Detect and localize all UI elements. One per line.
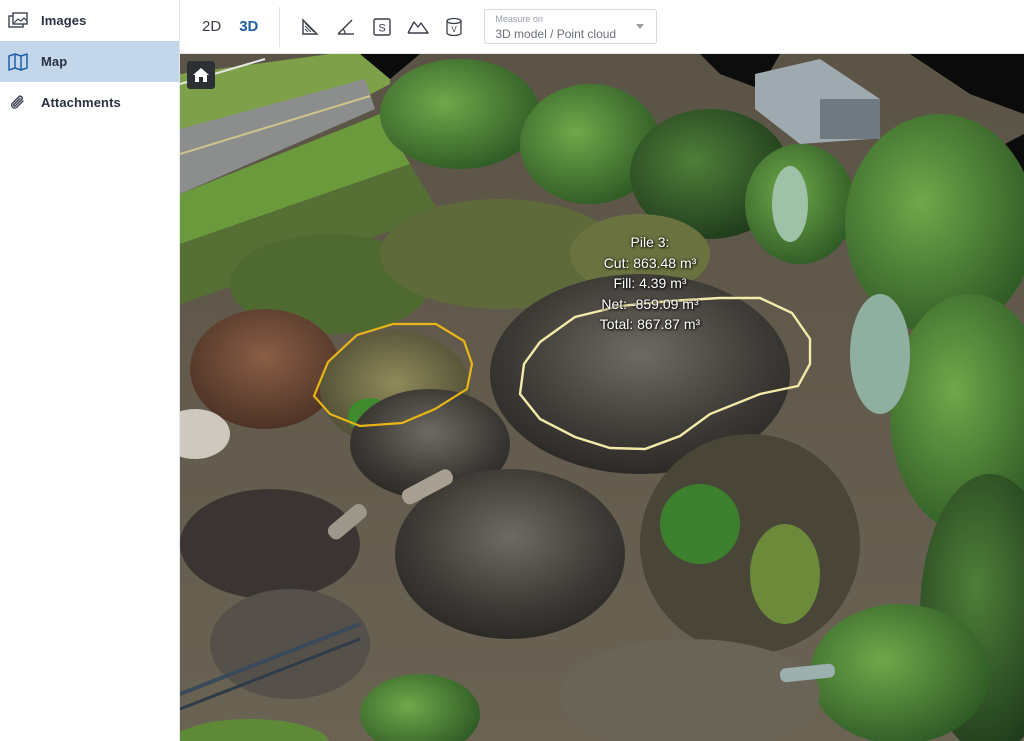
pile-total-value: Total: 867.87 m³ (599, 316, 701, 332)
chevron-down-icon (636, 24, 645, 29)
pile-measurement-label: Pile 3: Cut: 863.48 m³ Fill: 4.39 m³ Net… (575, 232, 725, 335)
map-3d-viewport[interactable]: Pile 3: Cut: 863.48 m³ Fill: 4.39 m³ Net… (180, 54, 1024, 741)
cylinder-volume-icon: V (446, 17, 463, 36)
map-icon (8, 52, 28, 72)
cylinder-volume-tool[interactable]: V (436, 9, 472, 45)
view-2d-button[interactable]: 2D (193, 18, 230, 35)
view-3d-button[interactable]: 3D (230, 18, 267, 35)
pile-cut-value: Cut: 863.48 m³ (603, 254, 697, 271)
surface-measure-icon: S (373, 17, 392, 36)
sidebar-item-images[interactable]: Images (0, 0, 179, 41)
pile-name: Pile 3: (630, 234, 670, 250)
angle-measure-tool[interactable] (328, 9, 364, 45)
sidebar-item-label: Map (41, 54, 68, 69)
volume-measure-tool[interactable] (400, 9, 436, 45)
measure-on-label: Measure on (495, 14, 543, 24)
svg-text:S: S (379, 22, 386, 34)
pile-fill-value: Fill: 4.39 m³ (613, 275, 687, 291)
toolbar: 2D 3D S V Measure on 3D model / Point cl… (180, 0, 1024, 54)
surface-measure-tool[interactable]: S (364, 9, 400, 45)
sidebar-item-attachments[interactable]: Attachments (0, 82, 179, 123)
svg-text:V: V (452, 25, 458, 34)
home-icon (193, 68, 209, 82)
sidebar-item-map[interactable]: Map (0, 41, 179, 82)
app-root: Images Map Attachments 2D 3D S V Measure… (0, 0, 1024, 741)
point-cloud-scene (180, 54, 1024, 741)
toolbar-divider (279, 6, 281, 47)
measure-on-select[interactable]: Measure on 3D model / Point cloud (484, 9, 658, 44)
area-measure-tool[interactable] (292, 9, 328, 45)
sidebar-item-label: Attachments (41, 95, 121, 110)
paperclip-icon (8, 93, 28, 113)
sidebar: Images Map Attachments (0, 0, 180, 741)
measure-on-value: 3D model / Point cloud (495, 27, 617, 41)
pile-net-value: Net: -859.09 m³ (601, 295, 699, 312)
home-view-button[interactable] (187, 61, 215, 89)
angle-measure-icon (337, 19, 355, 35)
area-measure-icon (302, 17, 320, 35)
sidebar-item-label: Images (41, 13, 87, 28)
volume-measure-icon (407, 20, 430, 34)
images-icon (8, 11, 28, 31)
